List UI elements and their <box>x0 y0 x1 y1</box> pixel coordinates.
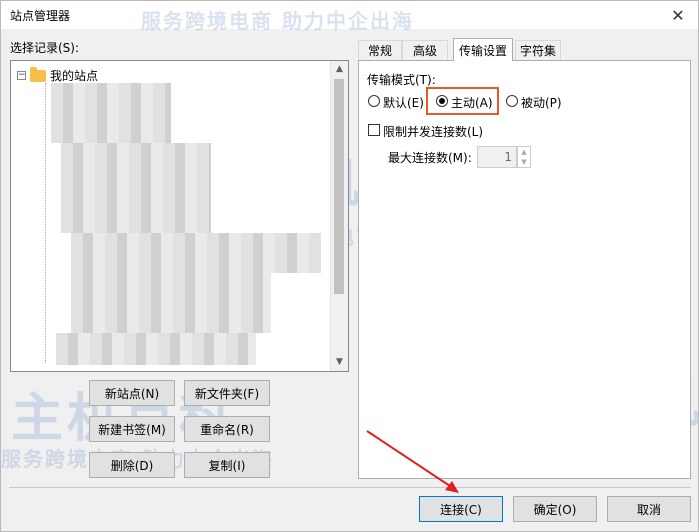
site-manager-window: 站点管理器 ✕ 服务跨境电商 助力中企出海 主机百科 服务跨境电商 助力中企出海… <box>0 0 699 532</box>
annotation-arrow-icon <box>366 430 459 493</box>
tab-transfer-settings[interactable]: 传输设置 <box>453 38 513 61</box>
